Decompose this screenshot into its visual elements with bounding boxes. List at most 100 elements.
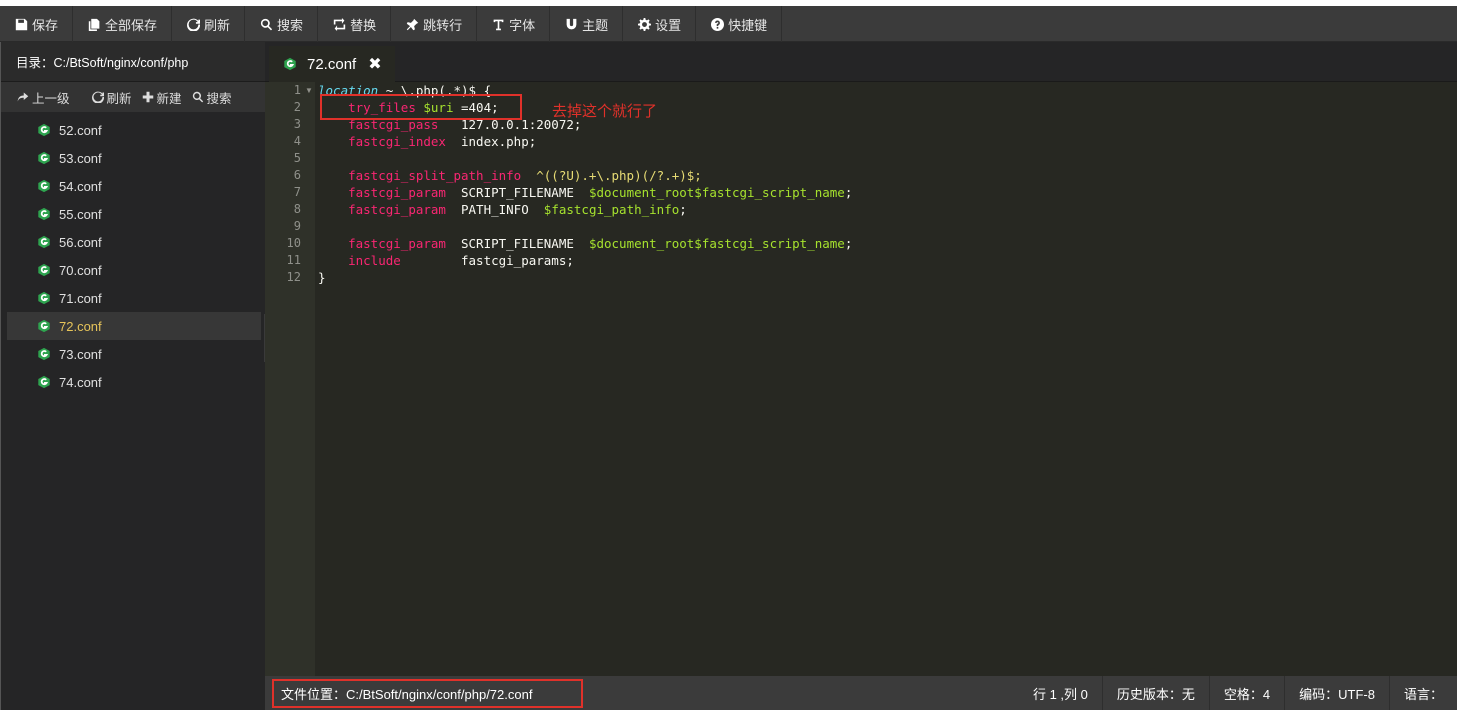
- code-line: fastcgi_param SCRIPT_FILENAME $document_…: [348, 236, 853, 251]
- file-name: 56.conf: [59, 234, 102, 250]
- shortcuts-button[interactable]: 快捷键: [696, 6, 783, 42]
- code-line: fastcgi_index index.php;: [348, 134, 537, 149]
- file-name: 73.conf: [59, 346, 102, 362]
- file-item[interactable]: 71.conf: [7, 284, 261, 312]
- file-name: 54.conf: [59, 178, 102, 194]
- code-line: include fastcgi_params;: [348, 253, 574, 268]
- line-number: 2: [293, 100, 301, 114]
- file-item[interactable]: 53.conf: [7, 144, 261, 172]
- status-right: 行 1 ,列 0 历史版本：无 空格：4 编码：UTF-8 语言：: [1019, 676, 1457, 710]
- retweet-icon: [332, 17, 346, 31]
- code-line: fastcgi_param PATH_INFO $fastcgi_path_in…: [348, 202, 687, 217]
- fold-arrow-icon[interactable]: ▼: [305, 86, 313, 95]
- font-button[interactable]: 字体: [477, 6, 551, 42]
- line-number: 3: [293, 117, 301, 131]
- nginx-file-icon: [38, 263, 50, 277]
- tab-bar: 72.conf ✖: [265, 42, 1457, 82]
- nginx-file-icon: [38, 319, 50, 333]
- tab-label: 72.conf: [307, 55, 357, 73]
- line-number: 12: [286, 270, 301, 284]
- line-number: 10: [286, 236, 301, 250]
- file-item[interactable]: 74.conf: [7, 368, 261, 396]
- nginx-file-icon: [38, 347, 50, 361]
- refresh-icon: [91, 91, 104, 103]
- cursor-position[interactable]: 行 1 ,列 0: [1019, 676, 1102, 710]
- goto-line-button[interactable]: 跳转行: [391, 6, 478, 42]
- file-list: 52.conf 53.conf 54.conf 55.conf 56.conf 70.co…: [7, 116, 261, 396]
- line-number: 7: [293, 185, 301, 199]
- text-height-icon: [491, 17, 505, 31]
- magnet-icon: [564, 17, 578, 31]
- nginx-file-icon: [38, 235, 50, 249]
- new-file-button[interactable]: 新建: [142, 88, 182, 107]
- toolbar: 保存 全部保存 刷新 搜索 替换 跳转行 字体 主题 设置 快捷键: [0, 6, 1457, 42]
- line-number: 6: [293, 168, 301, 182]
- code-line: fastcgi_param SCRIPT_FILENAME $document_…: [348, 185, 853, 200]
- floppy-icon: [14, 17, 28, 31]
- sidebar-search-button[interactable]: 搜索: [192, 88, 232, 107]
- close-tab-icon[interactable]: ✖: [368, 54, 381, 74]
- file-name: 74.conf: [59, 374, 102, 390]
- settings-button[interactable]: 设置: [623, 6, 697, 42]
- file-location: 文件位置：C:/BtSoft/nginx/conf/php/72.conf: [272, 679, 583, 708]
- nginx-file-icon: [38, 207, 50, 221]
- file-item[interactable]: 55.conf: [7, 200, 261, 228]
- file-item[interactable]: 72.conf: [7, 312, 261, 340]
- file-item[interactable]: 56.conf: [7, 228, 261, 256]
- refresh-icon: [186, 17, 200, 31]
- search-button[interactable]: 搜索: [245, 6, 319, 42]
- save-all-button[interactable]: 全部保存: [73, 6, 173, 42]
- status-bar: 文件位置：C:/BtSoft/nginx/conf/php/72.conf 行 …: [265, 676, 1457, 710]
- nginx-file-icon: [38, 151, 50, 165]
- save-button[interactable]: 保存: [0, 6, 74, 42]
- directory-path: 目录：C:/BtSoft/nginx/conf/php: [1, 42, 265, 82]
- theme-button[interactable]: 主题: [550, 6, 624, 42]
- line-number: 5: [293, 151, 301, 165]
- gear-icon: [637, 17, 651, 31]
- replace-button[interactable]: 替换: [318, 6, 392, 42]
- file-name: 53.conf: [59, 150, 102, 166]
- file-item[interactable]: 54.conf: [7, 172, 261, 200]
- history-versions[interactable]: 历史版本：无: [1101, 676, 1209, 710]
- language-setting[interactable]: 语言：: [1388, 676, 1457, 710]
- nginx-file-icon: [38, 179, 50, 193]
- search-icon: [259, 17, 273, 31]
- file-item[interactable]: 73.conf: [7, 340, 261, 368]
- line-number: 11: [286, 253, 301, 267]
- indent-setting[interactable]: 空格：4: [1208, 676, 1284, 710]
- file-name: 52.conf: [59, 122, 102, 138]
- line-number-gutter: ▼ 1 2 3 4 5 6 7 8 9 10 11 12: [265, 82, 315, 676]
- file-name: 72.conf: [59, 318, 102, 334]
- code-line: }: [318, 270, 326, 285]
- tab-72-conf[interactable]: 72.conf ✖: [269, 46, 395, 82]
- file-item[interactable]: 52.conf: [7, 116, 261, 144]
- nginx-file-icon: [38, 291, 50, 305]
- annotation-note: 去掉这个就行了: [552, 103, 658, 120]
- file-sidebar: 目录：C:/BtSoft/nginx/conf/php 上一级 刷新 新建 搜索…: [0, 42, 265, 710]
- file-item[interactable]: 70.conf: [7, 256, 261, 284]
- share-arrow-icon: [17, 92, 29, 102]
- plus-icon: [142, 91, 153, 103]
- nginx-file-icon: [38, 375, 50, 389]
- file-name: 71.conf: [59, 290, 102, 306]
- sidebar-refresh-button[interactable]: 刷新: [91, 88, 132, 107]
- refresh-button[interactable]: 刷新: [172, 6, 246, 42]
- parent-dir-button[interactable]: 上一级: [17, 88, 70, 107]
- file-name: 55.conf: [59, 206, 102, 222]
- nginx-file-icon: [38, 123, 50, 137]
- search-icon: [192, 91, 203, 103]
- line-number: 9: [293, 219, 301, 233]
- question-circle-icon: [710, 17, 724, 31]
- code-line: fastcgi_split_path_info ^((?U).+\.php)(/…: [348, 168, 702, 183]
- encoding-setting[interactable]: 编码：UTF-8: [1284, 676, 1389, 710]
- copy-icon: [87, 17, 101, 31]
- pushpin-icon: [405, 17, 419, 31]
- code-editor[interactable]: location ~ \.php(.*)$ { try_files $uri =…: [315, 82, 1457, 676]
- file-name: 70.conf: [59, 262, 102, 278]
- line-number: 4: [293, 134, 301, 148]
- nginx-file-icon: [284, 57, 296, 71]
- sidebar-actions: 上一级 刷新 新建 搜索: [1, 82, 265, 112]
- line-number: 8: [293, 202, 301, 216]
- highlight-box: [320, 94, 522, 120]
- line-number: 1: [293, 83, 301, 97]
